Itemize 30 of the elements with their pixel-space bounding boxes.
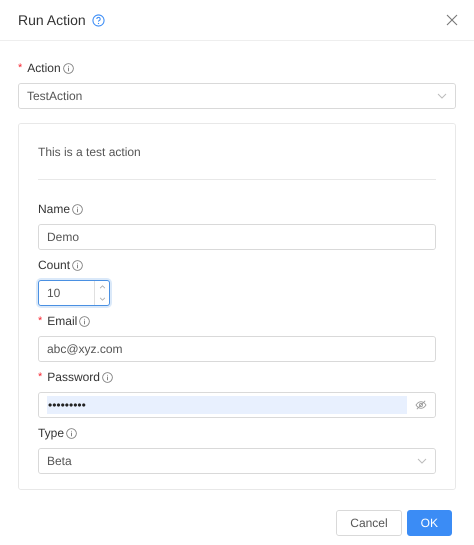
info-icon: [66, 428, 78, 438]
password-field[interactable]: •••••••••: [38, 392, 436, 418]
field-label: Email: [47, 314, 78, 328]
password-value: •••••••••: [47, 396, 407, 414]
select-field[interactable]: Beta: [38, 448, 436, 474]
cancel-button[interactable]: Cancel: [336, 510, 402, 536]
field-label: Count: [38, 258, 70, 272]
close-icon[interactable]: [446, 14, 458, 26]
info-icon: [72, 260, 84, 270]
chevron-down-icon: [437, 93, 447, 99]
eye-slash-icon[interactable]: [415, 400, 427, 410]
help-icon[interactable]: [92, 14, 105, 26]
required-mark: *: [38, 315, 42, 327]
info-icon: [72, 204, 84, 214]
chevron-down-icon: [417, 458, 427, 464]
required-mark: *: [38, 371, 42, 383]
info-icon: [62, 62, 74, 74]
text-field[interactable]: Demo: [38, 224, 436, 250]
required-mark: *: [18, 62, 22, 74]
dialog-title: Run Action: [18, 12, 86, 28]
number-field[interactable]: 10: [38, 280, 110, 306]
action-select[interactable]: TestAction: [18, 83, 456, 109]
field-label: Name: [38, 202, 70, 216]
field-label: Action: [27, 61, 61, 75]
action-description: This is a test action: [38, 144, 142, 159]
field-label: Type: [38, 426, 64, 440]
field-label: Password: [47, 370, 100, 384]
text-field[interactable]: abc@xyz.com: [38, 336, 436, 362]
info-icon: [79, 316, 90, 326]
info-icon: [102, 372, 113, 382]
